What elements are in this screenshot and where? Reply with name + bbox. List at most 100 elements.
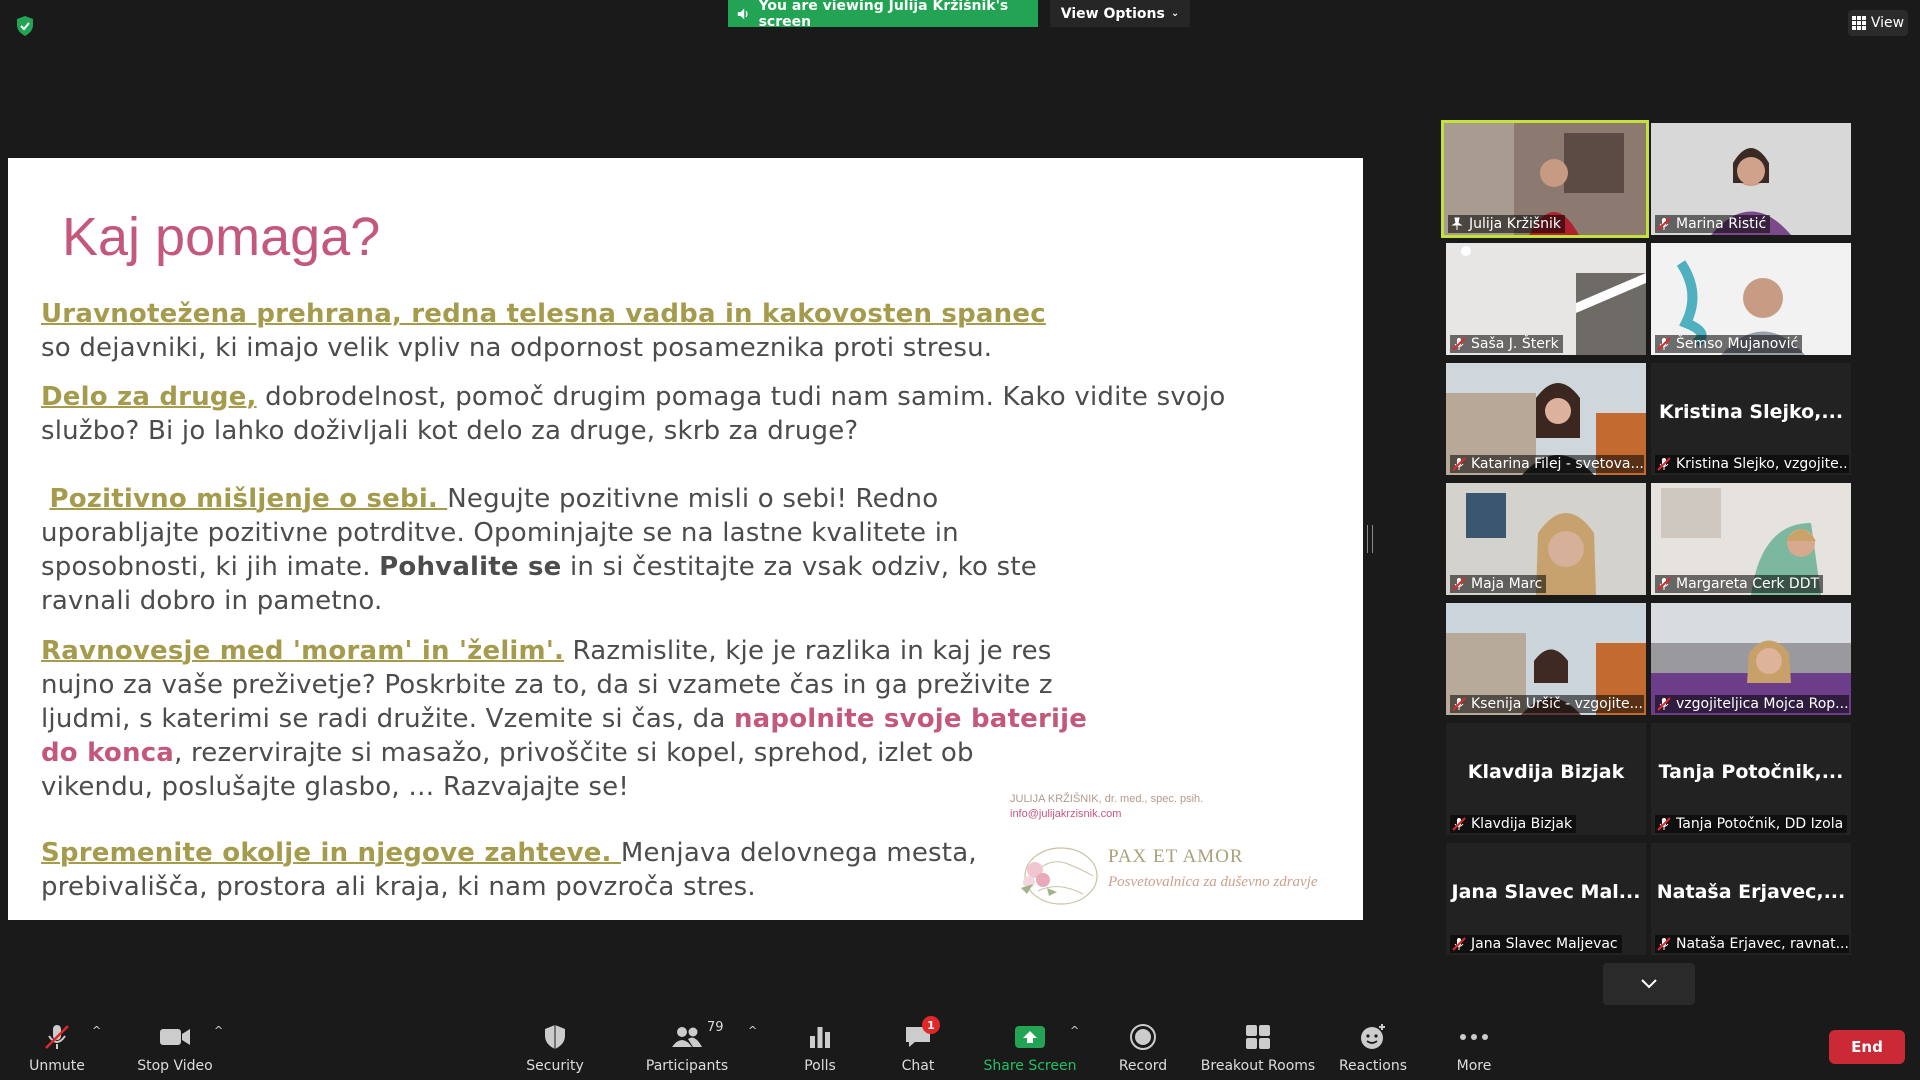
reactions-icon	[1361, 1024, 1385, 1049]
brand-name: PAX ET AMOR	[1108, 846, 1244, 867]
participant-tile[interactable]: Saša J. Šterk	[1446, 243, 1646, 355]
participant-tile[interactable]: Kristina Slejko,... Kristina Slejko, vzg…	[1651, 363, 1851, 475]
paragraph-4-text: Razmislite, kje je razlika in kaj je res	[564, 636, 1052, 666]
participant-name: Margareta Cerk DDT	[1676, 576, 1820, 592]
split-resize-handle[interactable]	[1367, 525, 1373, 553]
participant-name: Katarina Filej - svetova...	[1471, 456, 1644, 472]
paragraph-3-line-4: ravnali dobro in pametno.	[41, 586, 383, 616]
stop-video-label: Stop Video	[137, 1058, 213, 1074]
shield-icon[interactable]	[12, 13, 38, 39]
slide-title: Kaj pomaga?	[62, 207, 381, 267]
brand-tagline: Posvetovalnica za duševno zdravje	[1108, 874, 1318, 890]
video-camera-icon	[160, 1029, 190, 1045]
more-button[interactable]: More	[1444, 1022, 1504, 1074]
participant-name: Marina Ristić	[1676, 216, 1767, 232]
breakout-rooms-button[interactable]: Breakout Rooms	[1196, 1022, 1320, 1074]
record-button[interactable]: Record	[1110, 1022, 1176, 1074]
video-options-caret[interactable]: ^	[214, 1024, 223, 1037]
reactions-button[interactable]: Reactions	[1336, 1022, 1410, 1074]
paragraph-3-bold: Pohvalite se	[379, 552, 562, 582]
mic-muted-icon	[1657, 937, 1671, 951]
breakout-rooms-label: Breakout Rooms	[1200, 1058, 1316, 1074]
participant-tile[interactable]: Jana Slavec Mal... Jana Slavec Maljevac	[1446, 843, 1646, 955]
paragraph-4-pink-1: napolnite svoje baterije	[733, 704, 1088, 734]
share-screen-label: Share Screen	[983, 1058, 1077, 1074]
paragraph-4-heading: Ravnovesje med 'moram' in 'želim'.	[41, 636, 565, 666]
view-button-label: View	[1870, 15, 1905, 31]
paragraph-4-line-5: vikendu, poslušajte glasbo, … Razvajajte…	[41, 772, 629, 802]
paragraph-5-line-2: prebivališča, prostora ali kraja, ki nam…	[41, 872, 756, 902]
chat-button[interactable]: 1 Chat	[888, 1016, 948, 1074]
participants-count: 79	[707, 1020, 724, 1035]
chat-label: Chat	[901, 1058, 935, 1074]
mic-muted-icon	[1452, 817, 1466, 831]
author-email: info@julijakrzisnik.com	[1010, 808, 1122, 820]
share-screen-button[interactable]: Share Screen	[978, 1022, 1082, 1074]
participant-display-name: Jana Slavec Mal...	[1451, 881, 1641, 903]
speaker-icon	[737, 8, 748, 19]
participant-tile[interactable]: Margareta Cerk DDT	[1651, 483, 1851, 595]
record-icon	[1130, 1024, 1156, 1050]
record-label: Record	[1118, 1058, 1168, 1074]
participant-tile[interactable]: Maja Marc	[1446, 483, 1646, 595]
participant-tile[interactable]: vzgojiteljica Mojca Rop...	[1651, 603, 1851, 715]
participant-name: Klavdija Bizjak	[1471, 816, 1573, 832]
end-meeting-label: End	[1851, 1038, 1883, 1056]
security-button[interactable]: Security	[520, 1022, 590, 1074]
paragraph-1-heading: Uravnotežena prehrana, redna telesna vad…	[41, 299, 1046, 329]
share-options-caret[interactable]: ^	[1070, 1024, 1079, 1037]
participants-button[interactable]: 79 Participants	[640, 1020, 734, 1074]
gallery-next-page-button[interactable]	[1603, 963, 1695, 1005]
participant-display-name: Klavdija Bizjak	[1467, 761, 1625, 783]
polls-button[interactable]: Polls	[790, 1022, 850, 1074]
mic-muted-icon	[1657, 337, 1671, 351]
unmute-button[interactable]: Unmute	[22, 1022, 92, 1074]
chat-unread-badge: 1	[922, 1016, 940, 1034]
paragraph-2-heading: Delo za druge,	[41, 382, 257, 412]
participants-options-caret[interactable]: ^	[748, 1024, 757, 1037]
participant-display-name: Kristina Slejko,...	[1658, 401, 1844, 423]
paragraph-1-text: so dejavniki, ki imajo velik vpliv na od…	[41, 333, 993, 363]
participant-tile[interactable]: Ksenija Uršič - vzgojite...	[1446, 603, 1646, 715]
paragraph-4: Ravnovesje med 'moram' in 'želim'. Razmi…	[41, 634, 1087, 804]
participant-tile[interactable]: Šemso Mujanović	[1651, 243, 1851, 355]
pin-icon	[1451, 217, 1463, 230]
stop-video-button[interactable]: Stop Video	[130, 1022, 220, 1074]
polls-icon	[810, 1027, 830, 1048]
paragraph-3-line-2: uporabljajte pozitivne potrditve. Opomin…	[41, 518, 959, 548]
view-options-button[interactable]: View Options ⌄	[1050, 0, 1190, 27]
chevron-down-icon: ⌄	[1170, 8, 1180, 19]
paragraph-3-line-3b: in si čestitajte za vsak odziv, ko ste	[561, 552, 1037, 582]
participant-tile[interactable]: Marina Ristić	[1651, 123, 1851, 235]
view-options-label: View Options	[1060, 5, 1165, 22]
paragraph-5-heading: Spremenite okolje in njegove zahteve.	[41, 838, 621, 868]
shield-icon	[545, 1025, 565, 1049]
author-name: JULIJA KRŽIŠNIK, dr. med., spec. psih.	[1010, 793, 1204, 805]
audio-options-caret[interactable]: ^	[92, 1024, 101, 1037]
participant-name: Nataša Erjavec, ravnat...	[1676, 936, 1849, 952]
participant-tile[interactable]: Julija Kržišnik	[1441, 120, 1649, 238]
participant-name: Šemso Mujanović	[1676, 336, 1799, 352]
paragraph-4-line-3: ljudmi, s katerimi se radi družite. Vzem…	[41, 704, 734, 734]
participant-tile[interactable]: Klavdija Bizjak Klavdija Bizjak	[1446, 723, 1646, 835]
participant-tile[interactable]: Tanja Potočnik,... Tanja Potočnik, DD Iz…	[1651, 723, 1851, 835]
paragraph-4-line-2: nujno za vaše preživetje? Poskrbite za t…	[41, 670, 1053, 700]
grid-icon	[1851, 16, 1866, 30]
end-meeting-button[interactable]: End	[1829, 1030, 1905, 1064]
view-button[interactable]: View	[1848, 10, 1908, 36]
participant-tile[interactable]: Nataša Erjavec,... Nataša Erjavec, ravna…	[1651, 843, 1851, 955]
paragraph-4-line-4: , rezervirajte si masažo, privoščite si …	[174, 738, 974, 768]
participant-display-name: Nataša Erjavec,...	[1656, 881, 1846, 903]
mic-muted-icon	[1452, 457, 1466, 471]
participant-tile[interactable]: Katarina Filej - svetova...	[1446, 363, 1646, 475]
paragraph-2-text: dobrodelnost, pomoč drugim pomaga tudi n…	[256, 382, 1226, 412]
security-label: Security	[526, 1058, 584, 1074]
breakout-rooms-icon	[1246, 1025, 1270, 1049]
participant-name: Ksenija Uršič - vzgojite...	[1471, 696, 1643, 712]
reactions-label: Reactions	[1338, 1058, 1408, 1074]
paragraph-5: Spremenite okolje in njegove zahteve. Me…	[41, 836, 977, 904]
paragraph-1: Uravnotežena prehrana, redna telesna vad…	[41, 297, 1046, 365]
participants-icon	[672, 1027, 702, 1047]
chevron-down-icon	[1641, 979, 1657, 989]
brain-flower-logo	[1021, 847, 1098, 905]
